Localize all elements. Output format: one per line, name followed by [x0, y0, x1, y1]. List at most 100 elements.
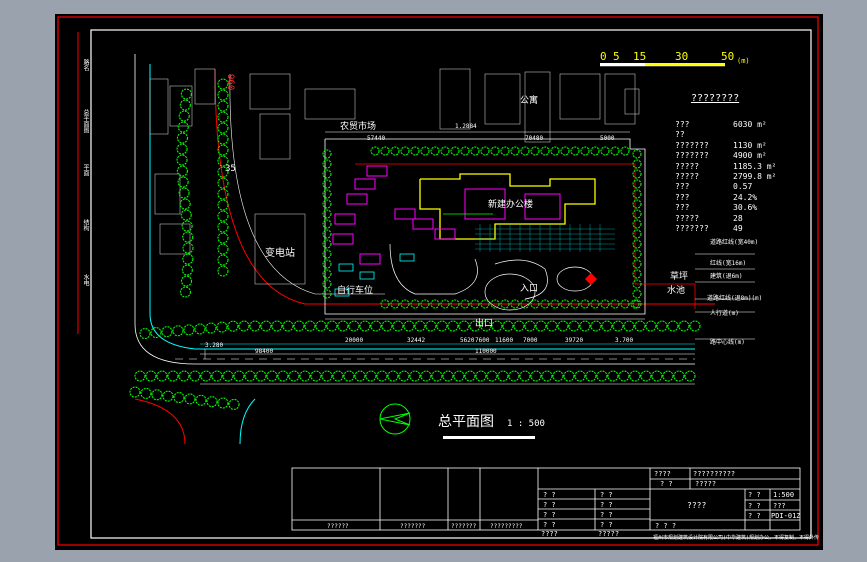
tree-icon: [508, 370, 520, 382]
dim-bottom-5: 11600: [495, 337, 514, 344]
right-note-5: 人行道(m): [710, 310, 739, 317]
lower-red-curve: [134, 398, 186, 445]
dim-bottom-2: 32442: [407, 337, 426, 344]
stats-row: ????? 1185.3 m²: [675, 162, 805, 172]
dim-top-2: 1.2884: [455, 123, 477, 130]
stats-row-value: 1185.3 m²: [733, 161, 777, 171]
tree-icon: [403, 320, 415, 332]
drawing-scale: 1 : 500: [507, 419, 545, 429]
tree-icon: [392, 320, 404, 332]
project-value: ??????????: [693, 470, 736, 478]
stats-row-value: 28: [733, 213, 743, 223]
stats-row: ??? 6030 m²: [675, 120, 805, 130]
tree-icon: [585, 370, 597, 382]
tree-icon: [618, 370, 630, 382]
dim-bottom-3: 5620: [460, 337, 475, 344]
tree-icon: [260, 320, 272, 332]
tree-icon: [632, 179, 642, 189]
tree-icon: [315, 320, 327, 332]
tree-icon: [156, 370, 168, 382]
stats-row-label: ?????: [675, 161, 700, 171]
stats-row-label: ???: [675, 182, 690, 192]
scale-label-50: 50: [721, 50, 735, 63]
tree-icon: [678, 320, 690, 332]
stats-row: ????? 2799.8 m²: [675, 172, 805, 182]
tree-icon: [568, 320, 580, 332]
tree-icon: [227, 320, 239, 332]
tree-icon: [400, 146, 410, 156]
stats-row-value: 30.6%: [733, 203, 758, 213]
tree-icon: [177, 121, 189, 133]
tree-icon: [398, 370, 410, 382]
tree-icon: [632, 249, 642, 259]
tree-icon: [178, 187, 190, 199]
tree-icon: [179, 286, 192, 298]
tree-icon: [189, 370, 201, 382]
entrance-label: 入口: [520, 284, 539, 294]
stats-row-label: ??: [675, 130, 685, 140]
tree-icon: [607, 370, 619, 382]
red-marker-icon: [585, 273, 597, 285]
paving-grid: [475, 224, 615, 252]
tree-icon: [612, 320, 624, 332]
left-cell-5: ????: [541, 530, 558, 538]
tree-icon: [322, 249, 332, 259]
tree-icon: [430, 146, 440, 156]
tree-icon: [322, 149, 332, 159]
tree-icon: [632, 259, 642, 269]
tree-icon: [322, 179, 332, 189]
title-footer: 福州市规划建筑设计院有限公司(中华建筑)规划办公，不得复制，不得外传: [653, 535, 820, 541]
tree-icon: [632, 149, 642, 159]
tree-icon: [182, 253, 194, 265]
tree-icon: [176, 143, 188, 155]
tree-icon: [519, 370, 531, 382]
tree-icon: [322, 229, 332, 239]
tree-icon: [535, 320, 547, 332]
tree-icon: [475, 370, 487, 382]
title-underline: [443, 436, 535, 439]
tree-icon: [205, 322, 217, 334]
left-strip-4: 结构: [82, 219, 89, 231]
tree-icon: [151, 389, 163, 401]
label-960: 960: [225, 74, 235, 91]
tree-icon: [560, 146, 570, 156]
tree-icon: [460, 146, 470, 156]
tree-icon: [480, 146, 490, 156]
tree-icon: [387, 370, 399, 382]
tree-icon: [321, 370, 333, 382]
tree-icon: [217, 188, 229, 200]
tree-icon: [167, 370, 179, 382]
tree-icon: [299, 370, 311, 382]
tree-icon: [176, 165, 188, 177]
tree-icon: [632, 239, 642, 249]
tree-icon: [513, 320, 525, 332]
dim-top-1: 57440: [367, 135, 386, 142]
stats-row-label: ???????: [675, 224, 709, 233]
no-value: ???: [773, 502, 786, 510]
substation-label: 变电站: [265, 248, 295, 259]
tree-icon: [453, 370, 465, 382]
tree-icon: [500, 146, 510, 156]
tree-icon: [458, 320, 470, 332]
tree-icon: [370, 320, 382, 332]
tree-icon: [326, 320, 338, 332]
tree-icon: [629, 370, 641, 382]
tree-icon: [524, 320, 536, 332]
stats-row: ??????? 4900 m²: [675, 151, 805, 161]
apartment-label: 公寓: [520, 96, 539, 106]
tree-icon: [179, 99, 191, 111]
tree-icon: [620, 146, 630, 156]
right-note-6: 路中心线(m): [710, 339, 745, 346]
client-label: ? ?: [660, 480, 673, 488]
tree-icon: [632, 289, 642, 299]
left-cell-1: ? ?: [543, 491, 556, 499]
tree-icon: [217, 265, 229, 277]
left-cell-2: ? ?: [543, 501, 556, 509]
tree-icon: [359, 320, 371, 332]
road-edge-1: [149, 64, 695, 350]
tree-icon: [304, 320, 316, 332]
tree-icon: [181, 220, 193, 232]
tree-icon: [255, 370, 267, 382]
stats-title: ????????: [691, 93, 740, 104]
tree-icon: [450, 146, 460, 156]
